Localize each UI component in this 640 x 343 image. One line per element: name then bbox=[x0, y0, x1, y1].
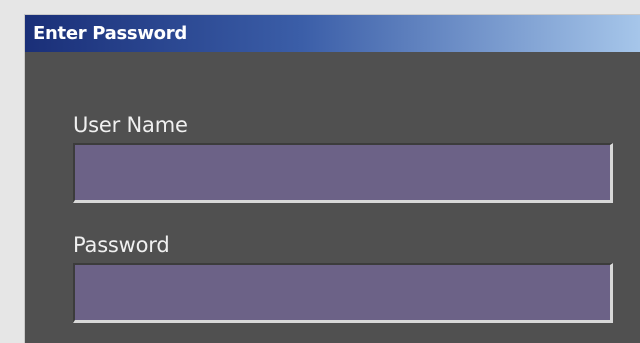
username-label: User Name bbox=[73, 113, 188, 137]
password-field[interactable] bbox=[73, 263, 613, 323]
enter-password-dialog: Enter Password User Name Password bbox=[24, 14, 640, 343]
password-label: Password bbox=[73, 233, 170, 257]
screen: Enter Password User Name Password bbox=[0, 0, 640, 343]
dialog-title: Enter Password bbox=[33, 23, 187, 44]
username-field[interactable] bbox=[73, 143, 613, 203]
title-bar[interactable]: Enter Password bbox=[25, 15, 640, 52]
